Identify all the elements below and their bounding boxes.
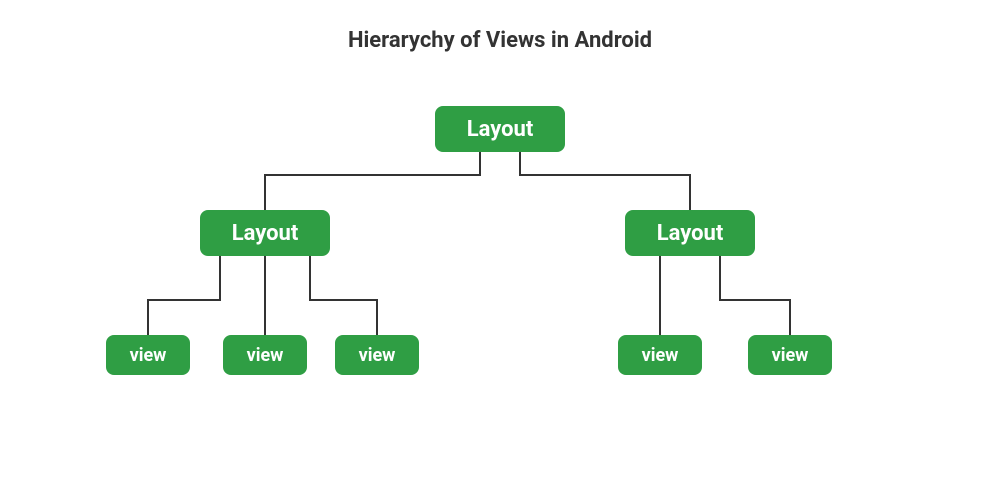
node-view-left-1: view [106,335,190,375]
diagram-canvas: Layout Layout Layout view view view view… [0,0,1000,500]
node-layout-right: Layout [625,210,755,256]
node-view-right-2: view [748,335,832,375]
connector-lines [0,0,1000,500]
node-view-left-3: view [335,335,419,375]
node-view-left-2: view [223,335,307,375]
node-root-layout: Layout [435,106,565,152]
node-view-right-1: view [618,335,702,375]
node-layout-left: Layout [200,210,330,256]
